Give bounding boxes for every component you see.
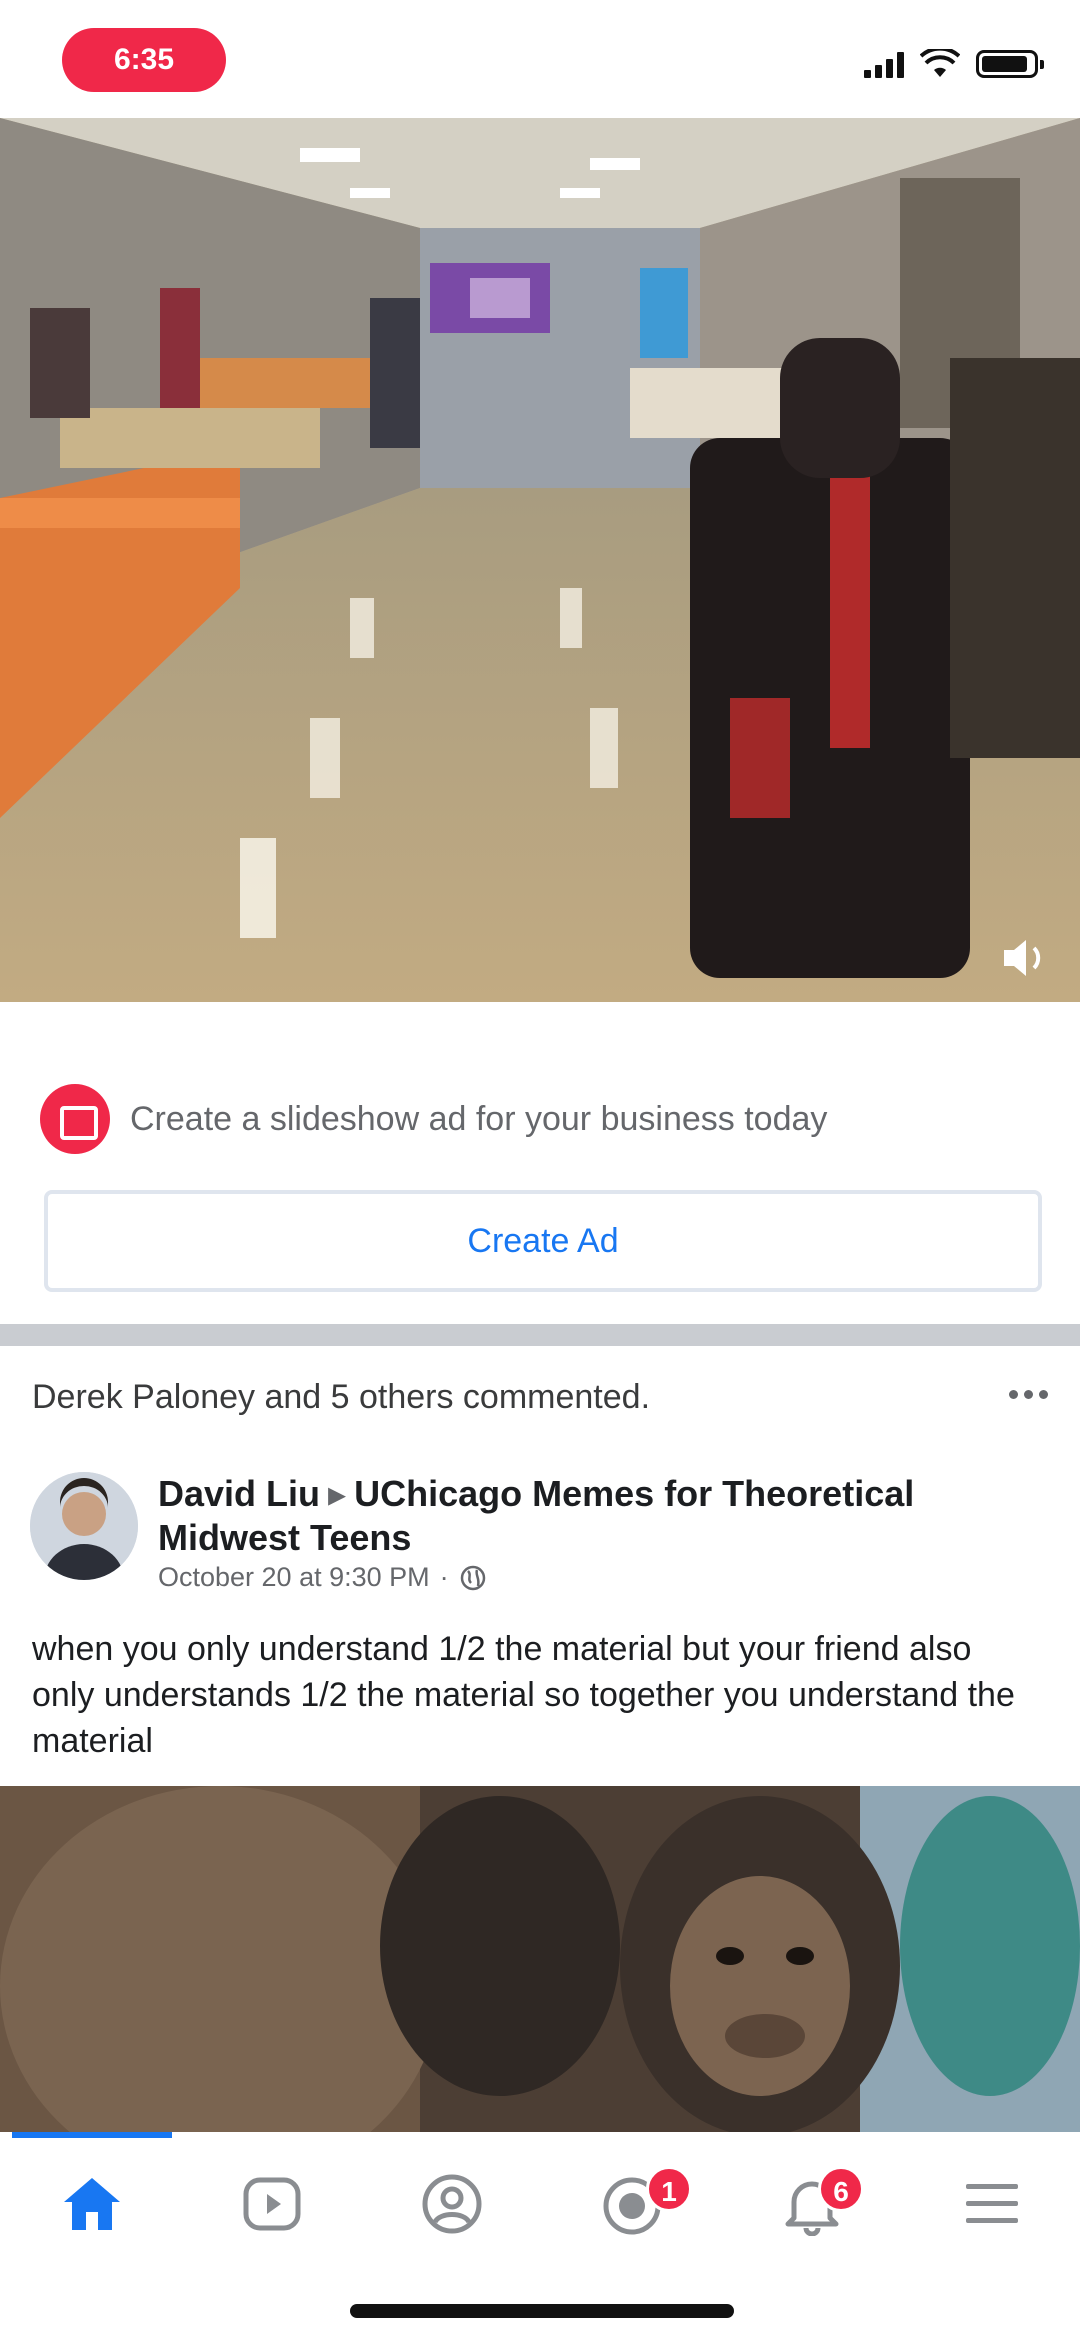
post-author[interactable]: David Liu	[158, 1473, 320, 1514]
slideshow-icon	[40, 1084, 110, 1154]
watch-icon	[243, 2177, 301, 2231]
feed-separator	[0, 1324, 1080, 1346]
status-bar: 6:35	[0, 0, 1080, 118]
tab-groups[interactable]: 1	[542, 2162, 722, 2292]
profile-icon	[422, 2174, 482, 2234]
ad-promo-card: Create a slideshow ad for your business …	[0, 1002, 1080, 1324]
tab-watch[interactable]	[182, 2162, 362, 2292]
ad-prompt-text: Create a slideshow ad for your business …	[130, 1100, 828, 1138]
wifi-icon	[920, 49, 960, 77]
tab-menu[interactable]	[902, 2162, 1080, 2292]
feed-post: Derek Paloney and 5 others commented. Da…	[0, 1346, 1080, 1786]
more-options-icon[interactable]	[1009, 1390, 1048, 1399]
battery-icon	[976, 50, 1044, 78]
signal-icon	[864, 50, 904, 78]
tab-profile[interactable]	[362, 2162, 542, 2292]
tab-home[interactable]	[2, 2162, 182, 2292]
volume-icon[interactable]	[996, 930, 1052, 986]
arrow-right-icon: ▸	[328, 1473, 347, 1514]
post-image[interactable]	[0, 1786, 1080, 2132]
home-icon	[64, 2178, 120, 2230]
post-activity[interactable]: Derek Paloney and 5 others commented.	[32, 1378, 650, 1417]
post-text: when you only understand 1/2 the materia…	[32, 1630, 1015, 1760]
avatar[interactable]	[30, 1472, 138, 1580]
post-meta: October 20 at 9:30 PM ·	[158, 1562, 487, 1593]
post-timestamp[interactable]: October 20 at 9:30 PM	[158, 1562, 430, 1593]
globe-icon	[460, 1565, 485, 1590]
create-ad-button[interactable]: Create Ad	[44, 1190, 1042, 1292]
status-time[interactable]: 6:35	[62, 28, 226, 92]
menu-icon	[966, 2184, 1018, 2223]
tab-notifications[interactable]: 6	[722, 2162, 902, 2292]
home-indicator[interactable]	[350, 2304, 734, 2318]
status-icons	[864, 46, 1044, 82]
ad-video-image[interactable]	[0, 118, 1080, 1002]
groups-badge: 1	[646, 2166, 692, 2212]
notifications-badge: 6	[818, 2166, 864, 2212]
active-tab-indicator	[12, 2132, 172, 2138]
post-author-line: David Liu ▸ UChicago Memes for Theoretical…	[158, 1472, 1038, 1560]
meta-dot: ·	[439, 1562, 449, 1592]
